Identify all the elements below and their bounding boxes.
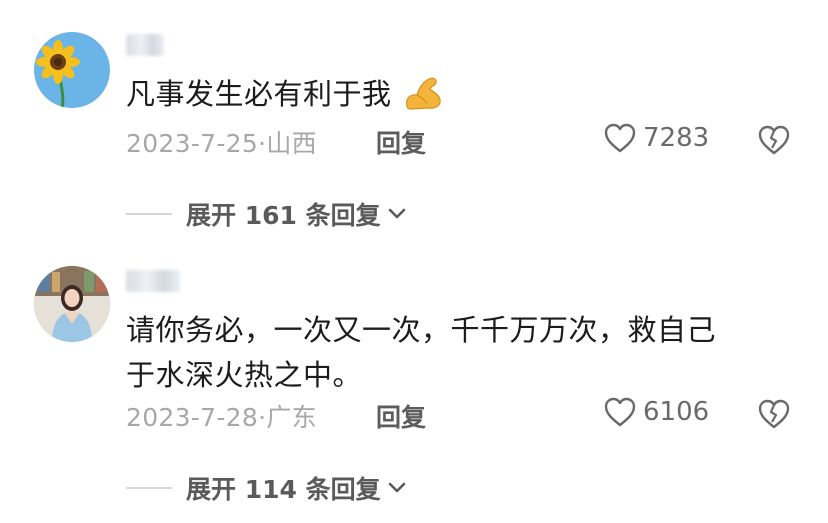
broken-heart-icon (758, 125, 790, 155)
reply-button[interactable]: 回复 (376, 398, 426, 434)
like-button[interactable]: 7283 (603, 122, 709, 154)
broken-heart-icon (758, 399, 790, 429)
expand-replies-label: 展开 114 条回复 (186, 475, 381, 504)
like-count: 7283 (643, 123, 710, 153)
expand-replies[interactable]: 展开 161 条回复 (126, 196, 407, 232)
heart-icon (604, 397, 636, 427)
chevron-down-icon (388, 482, 405, 493)
reply-button[interactable]: 回复 (376, 124, 426, 160)
muscle-icon (406, 77, 441, 110)
comment-text-line: 请你务必，一次又一次，千千万万次，救自己 (126, 313, 717, 347)
comment-location: 山西 (266, 129, 317, 158)
username-blurred[interactable] (126, 270, 180, 292)
comment-text-line: 于水深火热之中。 (126, 358, 363, 392)
heart-icon (604, 123, 636, 153)
dislike-button[interactable] (756, 124, 792, 160)
comment-meta: 2023-7-28·广东 (126, 398, 317, 434)
comment-date: 2023-7-28 (126, 403, 259, 432)
avatar[interactable] (34, 32, 110, 108)
comment-location: 广东 (266, 403, 317, 432)
like-count: 6106 (643, 397, 710, 427)
divider-line (126, 213, 172, 215)
comment-meta: 2023-7-25·山西 (126, 124, 317, 160)
chevron-down-icon (388, 208, 405, 219)
like-button[interactable]: 6106 (603, 396, 709, 428)
username-blurred[interactable] (126, 34, 164, 56)
person-photo-avatar-icon (34, 266, 110, 342)
comment-date: 2023-7-25 (126, 129, 259, 158)
comment-text: 请你务必，一次又一次，千千万万次，救自己 于水深火热之中。 (126, 308, 716, 398)
expand-replies[interactable]: 展开 114 条回复 (126, 470, 407, 506)
dislike-button[interactable] (756, 398, 792, 434)
divider-line (126, 487, 172, 489)
comment-text-line: 凡事发生必有利于我 (126, 77, 392, 111)
expand-replies-label: 展开 161 条回复 (186, 201, 381, 230)
avatar[interactable] (34, 266, 110, 342)
sunflower-avatar-icon (34, 32, 110, 108)
comment-text: 凡事发生必有利于我 (126, 72, 443, 117)
